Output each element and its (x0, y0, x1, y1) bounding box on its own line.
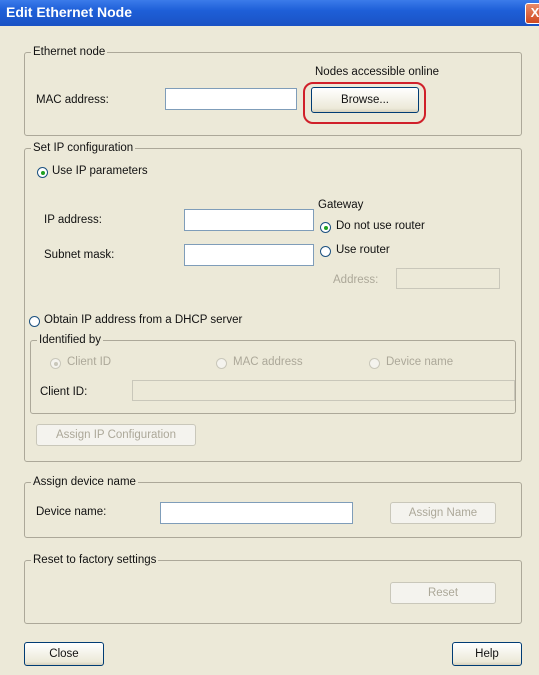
close-window-icon[interactable]: X (525, 3, 539, 24)
gateway-label: Gateway (318, 199, 364, 211)
assign-ip-configuration-button[interactable]: Assign IP Configuration (36, 424, 196, 446)
do-not-use-router-label: Do not use router (336, 220, 425, 232)
nodes-accessible-label: Nodes accessible online (315, 66, 440, 78)
use-router-label: Use router (336, 244, 390, 256)
assign-name-button[interactable]: Assign Name (390, 502, 496, 524)
device-name-radio[interactable] (369, 358, 380, 369)
assign-device-name-legend: Assign device name (33, 476, 136, 488)
mac-address-label: MAC address: (36, 94, 109, 106)
mac-address-radio[interactable] (216, 358, 227, 369)
close-button[interactable]: Close (24, 642, 104, 666)
ip-configuration-legend: Set IP configuration (33, 142, 134, 154)
client-id-option-label: Client ID (67, 356, 112, 368)
dhcp-radio[interactable] (29, 316, 40, 327)
client-id-input[interactable] (132, 380, 515, 401)
mac-address-option-label: MAC address (233, 356, 303, 368)
title-bar[interactable]: Edit Ethernet Node X (0, 0, 539, 26)
do-not-use-router-radio[interactable] (320, 222, 331, 233)
router-address-input[interactable] (396, 268, 500, 289)
client-id-radio[interactable] (50, 358, 61, 369)
use-ip-parameters-radio[interactable] (37, 167, 48, 178)
identified-by-legend: Identified by (39, 334, 102, 346)
device-name-option-label: Device name (386, 356, 454, 368)
device-name-input[interactable] (160, 502, 353, 524)
client-id-label: Client ID: (40, 386, 88, 398)
router-address-label: Address: (333, 274, 379, 286)
ethernet-node-legend: Ethernet node (33, 46, 106, 58)
browse-highlight-annotation (303, 82, 426, 124)
ip-configuration-group: Set IP configuration (24, 142, 522, 462)
edit-ethernet-node-dialog: Edit Ethernet Node X Ethernet node Nodes… (0, 0, 539, 675)
ip-address-label: IP address: (44, 214, 102, 226)
subnet-mask-input[interactable] (184, 244, 314, 266)
device-name-label: Device name: (36, 506, 107, 518)
reset-button[interactable]: Reset (390, 582, 496, 604)
subnet-mask-label: Subnet mask: (44, 249, 115, 261)
dhcp-label: Obtain IP address from a DHCP server (44, 314, 243, 326)
reset-factory-legend: Reset to factory settings (33, 554, 157, 566)
identified-by-group: Identified by (30, 334, 516, 414)
window-title: Edit Ethernet Node (6, 4, 133, 20)
use-ip-parameters-label: Use IP parameters (52, 165, 148, 177)
help-button[interactable]: Help (452, 642, 522, 666)
mac-address-input[interactable] (165, 88, 297, 110)
ip-address-input[interactable] (184, 209, 314, 231)
use-router-radio[interactable] (320, 246, 331, 257)
